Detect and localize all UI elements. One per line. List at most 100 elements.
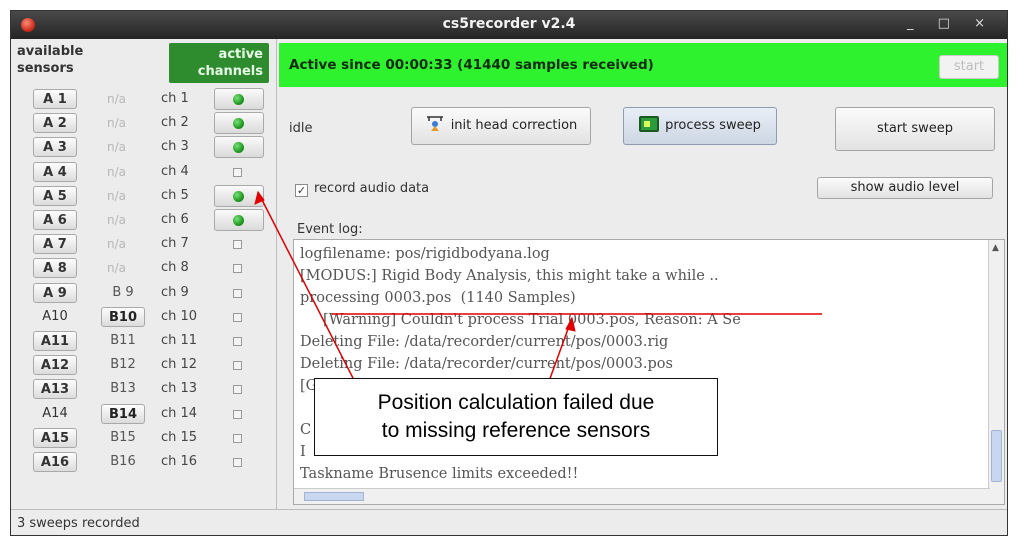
event-log[interactable]: logfilename: pos/rigidbodyana.log [MODUS:… xyxy=(293,239,1005,505)
sensor-a-button[interactable]: A16 xyxy=(33,452,77,472)
sensor-row: A 4 n/a ch 4 xyxy=(11,160,277,183)
channel-active-led-icon[interactable] xyxy=(214,112,264,135)
active-channels-header: active channels xyxy=(169,43,269,83)
sensor-b-button: B16 xyxy=(110,454,136,469)
sensor-row: A 1 n/a ch 1 xyxy=(11,87,277,110)
vertical-scroll-thumb[interactable] xyxy=(991,430,1002,482)
channel-label: ch 1 xyxy=(161,91,189,106)
log-line: logfilename: pos/rigidbodyana.log xyxy=(300,246,550,262)
sensor-b-button[interactable]: B10 xyxy=(101,306,145,327)
start-button[interactable]: start xyxy=(939,55,999,79)
channel-label: ch 2 xyxy=(161,115,189,131)
channel-label: ch 12 xyxy=(161,357,198,373)
sensor-a-button[interactable]: A 7 xyxy=(33,234,77,255)
channel-inactive-box-icon xyxy=(214,282,264,304)
horizontal-scroll-thumb[interactable] xyxy=(304,492,364,501)
annotation-callout: Position calculation failed due to missi… xyxy=(314,378,718,456)
sensor-row: A16 B16 ch 16 xyxy=(11,450,277,473)
process-sweep-button[interactable]: process sweep xyxy=(623,107,777,145)
sensor-a-button[interactable]: A 8 xyxy=(33,258,77,279)
channel-label: ch 9 xyxy=(161,284,189,300)
channel-inactive-box-icon xyxy=(214,330,264,352)
sensor-a-button[interactable]: A 3 xyxy=(33,137,77,158)
sensor-row: A 6 n/a ch 6 xyxy=(11,208,277,231)
channel-label: ch 6 xyxy=(161,212,189,227)
channel-label: ch 4 xyxy=(161,163,189,179)
sensor-b-button: n/a xyxy=(107,237,127,252)
sensor-b-button: n/a xyxy=(107,140,127,155)
channel-inactive-box-icon xyxy=(214,354,264,376)
active-status-text: Active since 00:00:33 (41440 samples rec… xyxy=(289,57,654,73)
sensor-a-button[interactable]: A 9 xyxy=(33,282,77,303)
channel-inactive-box-icon xyxy=(214,378,264,400)
log-line: processing 0003.pos (1140 Samples) xyxy=(300,290,576,306)
channel-inactive-box-icon xyxy=(214,451,264,473)
log-line: Taskname Brusence limits exceeded!! xyxy=(300,466,579,482)
channel-active-led-icon[interactable] xyxy=(214,209,264,231)
available-sensors-header: available sensors xyxy=(17,44,84,76)
start-sweep-button[interactable]: start sweep xyxy=(835,107,995,151)
sensor-row: A 5 n/a ch 5 xyxy=(11,184,277,207)
channel-inactive-box-icon xyxy=(214,257,264,279)
channel-label: ch 5 xyxy=(161,187,189,203)
sensor-a-button[interactable]: A 1 xyxy=(33,89,77,109)
sensor-a-button: A10 xyxy=(42,308,68,324)
sensor-a-button[interactable]: A11 xyxy=(33,331,77,351)
sensor-b-button[interactable]: B14 xyxy=(101,403,145,424)
record-audio-checkbox[interactable]: ✓ record audio data xyxy=(295,181,429,197)
window-controls[interactable]: _ □ × xyxy=(907,16,995,31)
checkbox-icon[interactable]: ✓ xyxy=(295,184,308,197)
channel-inactive-box-icon xyxy=(214,403,264,425)
process-sweep-icon xyxy=(639,116,660,132)
channel-active-led-icon[interactable] xyxy=(214,136,264,159)
init-head-correction-button[interactable]: init head correction xyxy=(411,107,591,145)
horizontal-scrollbar[interactable] xyxy=(294,488,990,504)
channel-inactive-box-icon xyxy=(214,306,264,328)
sensor-row: A 3 n/a ch 3 xyxy=(11,135,277,159)
main-window: cs5recorder v2.4 _ □ × available sensors… xyxy=(10,10,1008,536)
sensor-a-button[interactable]: A 2 xyxy=(33,113,77,134)
sensor-b-button: n/a xyxy=(107,164,127,179)
sensor-row: A15 B15 ch 15 xyxy=(11,426,277,449)
sensor-a-button[interactable]: A12 xyxy=(33,355,77,376)
event-log-label: Event log: xyxy=(297,222,363,237)
sensor-row: A12 B12 ch 12 xyxy=(11,353,277,376)
channel-label: ch 8 xyxy=(161,260,189,276)
title-bar: cs5recorder v2.4 _ □ × xyxy=(11,11,1007,39)
sensor-panel: available sensors active channels A 1 n/a… xyxy=(11,39,277,509)
vertical-scrollbar[interactable]: ▲ xyxy=(988,240,1004,504)
sensor-a-button[interactable]: A 6 xyxy=(33,210,77,230)
sensor-row: A14 B14 ch 14 xyxy=(11,402,277,425)
status-footer: 3 sweeps recorded xyxy=(11,509,1007,535)
sensor-a-button[interactable]: A 5 xyxy=(33,185,77,206)
channel-active-led-icon[interactable] xyxy=(214,88,264,110)
sensor-b-button: B11 xyxy=(110,333,136,348)
sweeps-recorded-text: 3 sweeps recorded xyxy=(17,516,140,531)
sensor-a-button[interactable]: A15 xyxy=(33,427,77,448)
sensor-a-button[interactable]: A13 xyxy=(33,379,77,400)
sensor-b-button: n/a xyxy=(107,261,127,276)
sensor-row: A13 B13 ch 13 xyxy=(11,377,277,400)
sensor-b-button: n/a xyxy=(107,188,127,203)
channel-label: ch 14 xyxy=(161,405,198,421)
sensor-b-button: B15 xyxy=(110,429,136,445)
idle-label: idle xyxy=(289,121,313,136)
show-audio-level-button[interactable]: show audio level xyxy=(817,177,993,199)
sensor-row: A11 B11 ch 11 xyxy=(11,329,277,352)
channel-label: ch 13 xyxy=(161,381,198,397)
channel-label: ch 7 xyxy=(161,236,189,252)
channel-active-led-icon[interactable] xyxy=(214,184,264,207)
channel-inactive-box-icon xyxy=(214,233,264,255)
log-line: Deleting File: /data/recorder/current/po… xyxy=(300,356,673,372)
log-line: [Warning] Couldn't process Trial 0003.po… xyxy=(300,312,741,328)
sensor-b-button: B13 xyxy=(110,381,136,397)
sensor-b-button: n/a xyxy=(107,92,127,106)
scroll-up-icon[interactable]: ▲ xyxy=(992,243,999,253)
sensor-row: A 9 B 9 ch 9 xyxy=(11,281,277,304)
sensor-row: A10 B10 ch 10 xyxy=(11,305,277,328)
sensor-a-button[interactable]: A 4 xyxy=(33,161,77,182)
sensor-b-button: B 9 xyxy=(112,284,134,300)
sensor-row: A 8 n/a ch 8 xyxy=(11,256,277,279)
init-head-icon xyxy=(426,116,443,131)
sensor-b-button: B12 xyxy=(110,357,136,373)
